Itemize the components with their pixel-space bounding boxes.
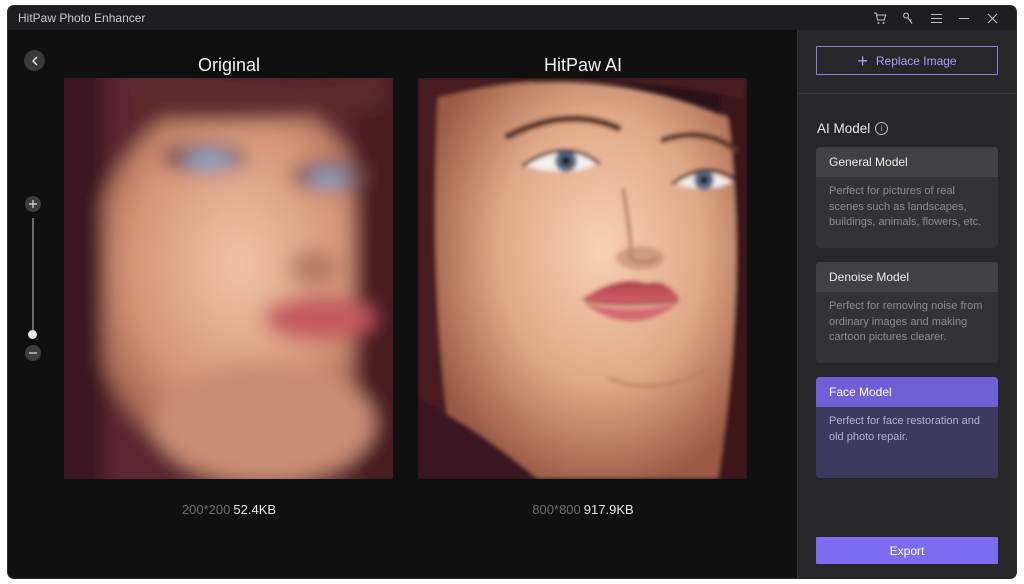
enhanced-image xyxy=(418,78,747,479)
zoom-track[interactable] xyxy=(32,218,34,336)
zoom-thumb[interactable] xyxy=(28,330,37,339)
original-size: 52.4KB xyxy=(233,502,277,517)
cart-icon[interactable] xyxy=(866,6,894,30)
ai-model-label: AI Model xyxy=(817,121,871,136)
info-icon[interactable]: i xyxy=(875,122,889,135)
close-icon[interactable] xyxy=(978,6,1006,30)
original-dims: 200*200 xyxy=(181,502,231,517)
original-title: Original xyxy=(197,55,261,75)
enhanced-title: HitPaw AI xyxy=(543,55,623,75)
zoom-out-button[interactable] xyxy=(25,345,41,361)
sidebar-header: + Replace Image xyxy=(798,30,1016,94)
key-icon[interactable] xyxy=(894,6,922,30)
model-name: Face Model xyxy=(816,377,998,407)
app-window: HitPaw Photo Enhancer Original HitPaw AI… xyxy=(8,6,1016,578)
model-description: Perfect for removing noise from ordinary… xyxy=(829,300,983,344)
export-button[interactable]: Export xyxy=(816,537,998,564)
settings-sidebar: + Replace Image AI Model i General Model… xyxy=(797,30,1016,578)
model-name: General Model xyxy=(816,147,998,177)
plus-icon xyxy=(29,200,37,208)
model-name: Denoise Model xyxy=(816,262,998,292)
original-image xyxy=(64,78,393,479)
enhanced-dims: 800*800 xyxy=(532,502,581,517)
enhanced-info: 800*800 917.9KB xyxy=(418,502,748,517)
zoom-slider[interactable] xyxy=(25,196,43,362)
app-title: HitPaw Photo Enhancer xyxy=(18,11,146,25)
plus-icon: + xyxy=(857,50,868,71)
model-card-general[interactable]: General Model Perfect for pictures of re… xyxy=(816,147,998,248)
back-button[interactable] xyxy=(24,50,45,71)
model-description: Perfect for face restoration and old pho… xyxy=(829,415,981,443)
model-card-face[interactable]: Face Model Perfect for face restoration … xyxy=(816,377,998,478)
replace-image-button[interactable]: + Replace Image xyxy=(816,46,998,75)
chevron-left-icon xyxy=(31,56,37,65)
enhanced-size: 917.9KB xyxy=(583,502,634,517)
replace-image-label: Replace Image xyxy=(875,53,957,68)
preview-area: Original HitPaw AI 200*200 52.4KB 800*80… xyxy=(8,30,797,578)
zoom-in-button[interactable] xyxy=(25,196,41,212)
minus-icon xyxy=(29,352,37,354)
ai-model-heading: AI Model i xyxy=(817,121,889,136)
model-description: Perfect for pictures of real scenes such… xyxy=(829,185,982,229)
model-card-denoise[interactable]: Denoise Model Perfect for removing noise… xyxy=(816,262,998,363)
title-bar: HitPaw Photo Enhancer xyxy=(8,6,1016,30)
minimize-icon[interactable] xyxy=(950,6,978,30)
original-info: 200*200 52.4KB xyxy=(64,502,394,517)
menu-icon[interactable] xyxy=(922,6,950,30)
